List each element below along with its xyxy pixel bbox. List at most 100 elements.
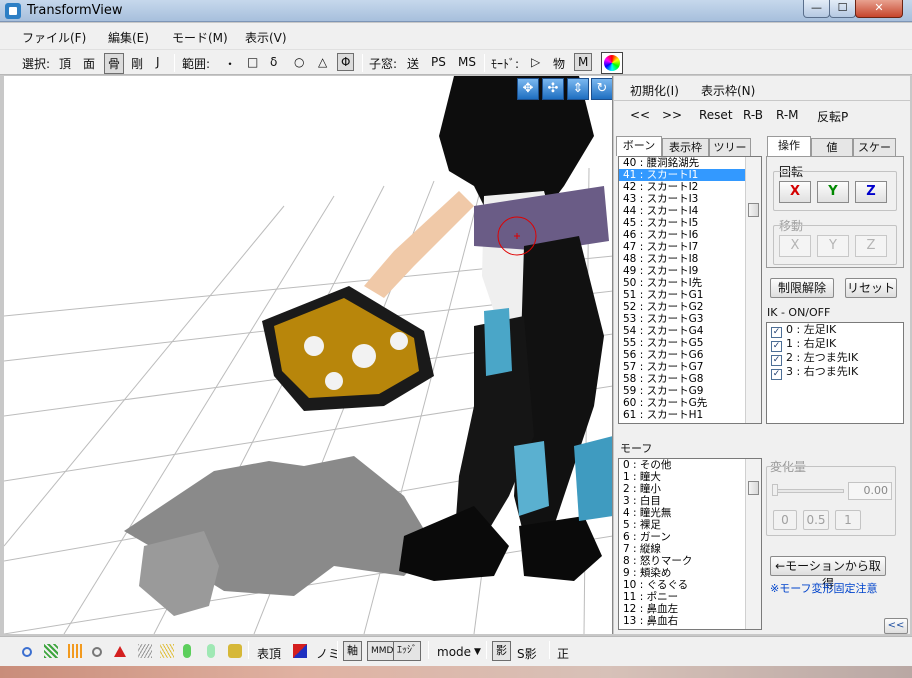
scroll-thumb[interactable] [748,481,759,495]
rotate-z-button[interactable]: Z [855,181,887,203]
mode-play[interactable]: ▷ [531,55,540,69]
morph-list-item[interactable]: 0 : その他 [619,459,761,471]
minimize-button[interactable]: — [803,0,830,18]
child-ps[interactable]: PS [431,55,446,69]
bone-list-item[interactable]: 41 : スカートI1 [619,169,761,181]
change-one-button[interactable]: 1 [835,510,861,530]
range-circle[interactable]: ○ [294,55,304,69]
bone-list-item[interactable]: 50 : スカートI先 [619,277,761,289]
pan-view-icon[interactable]: ✣ [542,78,564,100]
zoom-view-icon[interactable]: ⇕ [567,78,589,100]
bone-list-item[interactable]: 51 : スカートG1 [619,289,761,301]
menu-file[interactable]: ファイル(F) [22,29,86,46]
display-frame-menu[interactable]: 表示枠(N) [701,82,755,99]
self-shadow-button[interactable]: S影 [517,645,537,662]
color-swatch-icon[interactable] [293,644,307,658]
morph-list-item[interactable]: 7 : 縦線 [619,543,761,555]
bone-list-item[interactable]: 58 : スカートG8 [619,373,761,385]
select-rigid[interactable]: 剛 [131,55,143,72]
unlock-limit-button[interactable]: 制限解除 [770,278,834,298]
edge-toggle[interactable]: ｴｯｼﾞ [393,641,421,661]
bone-list-item[interactable]: 56 : スカートG6 [619,349,761,361]
mode-dropdown[interactable]: mode [437,645,471,659]
morph-list-item[interactable]: 12 : 鼻血左 [619,603,761,615]
bone-list-item[interactable]: 55 : スカートG5 [619,337,761,349]
change-half-button[interactable]: 0.5 [803,510,829,530]
morph-list-item[interactable]: 2 : 瞳小 [619,483,761,495]
morph-list-item[interactable]: 13 : 鼻血右 [619,615,761,627]
morph-list-item[interactable]: 1 : 瞳大 [619,471,761,483]
maximize-button[interactable]: ☐ [829,0,856,18]
ik-list-item[interactable]: ✓ 3 : 右つま先IK [767,365,903,380]
reset-bone-button[interactable]: リセット [845,278,897,298]
ik-list[interactable]: ✓ 0 : 左足IK ✓ 1 : 右足IK ✓ 2 : 左つま先IK ✓ 3 : 右つま先IK [766,322,904,424]
tab-bone[interactable]: ボーン [616,136,662,156]
change-slider[interactable] [774,489,844,493]
range-rect[interactable]: □ [247,55,258,69]
change-value-field[interactable]: 0.00 [848,482,892,500]
bone-list-item[interactable]: 60 : スカートG先 [619,397,761,409]
bone-list-item[interactable]: 54 : スカートG4 [619,325,761,337]
morph-list-item[interactable]: 9 : 頬染め [619,567,761,579]
bone-list-item[interactable]: 48 : スカートI8 [619,253,761,265]
tab-tree[interactable]: ツリー [709,138,751,156]
range-phi[interactable]: Φ [337,53,355,71]
range-triangle[interactable]: △ [318,55,327,69]
bone-list-item[interactable]: 53 : スカートG3 [619,313,761,325]
table-top-button[interactable]: 表頂 [257,645,281,662]
bone-list-item[interactable]: 40 : 腰洞銘湖先 [619,157,761,169]
joint-display-icon[interactable] [207,644,215,658]
morph-list[interactable]: 0 : その他 1 : 瞳大 2 : 瞳小 3 : 白目 4 : 瞳光無 5 : 裸足 6 … [618,458,762,630]
hatch-display-icon[interactable] [160,644,174,658]
vertex-display-icon[interactable] [22,647,32,657]
tab-scale[interactable]: スケール [853,138,896,171]
3d-viewport[interactable]: ✥ ✣ ⇕ ↻ [4,76,613,634]
rotate-x-button[interactable]: X [779,181,811,203]
ik-list-item[interactable]: ✓ 2 : 左つま先IK [767,351,903,366]
collapse-panel-button[interactable]: << [884,618,908,634]
bone-list-item[interactable]: 59 : スカートG9 [619,385,761,397]
prev-button[interactable]: << [630,108,650,122]
tab-value[interactable]: 値 [811,138,853,156]
rotate-view-icon[interactable]: ↻ [591,78,612,100]
rb-button[interactable]: R-B [743,108,763,122]
orthographic-button[interactable]: 正 [557,645,569,662]
child-ms[interactable]: MS [458,55,476,69]
morph-list-item[interactable]: 10 : ぐるぐる [619,579,761,591]
triangle-display-icon[interactable] [114,646,126,657]
material-display-icon[interactable] [228,644,242,658]
close-button[interactable]: ✕ [855,0,903,18]
initialize-menu[interactable]: 初期化(I) [630,82,679,99]
move-z-button[interactable]: Z [855,235,887,257]
morph-list-scrollbar[interactable] [745,459,761,629]
mode-m[interactable]: M [574,53,593,71]
morph-list-item[interactable]: 11 : ポニー [619,591,761,603]
menu-view[interactable]: 表示(V) [245,29,287,46]
child-send[interactable]: 送 [407,55,419,72]
color-wheel-icon[interactable] [601,52,623,74]
bone-list-item[interactable]: 61 : スカートH1 [619,409,761,421]
tab-display-frame[interactable]: 表示枠 [662,138,709,156]
range-delta[interactable]: δ [270,55,277,69]
mode-physics[interactable]: 物 [553,55,565,72]
range-point[interactable]: ・ [224,55,236,72]
tab-operation[interactable]: 操作 [767,136,811,156]
bone-list-item[interactable]: 42 : スカートI2 [619,181,761,193]
axis-toggle[interactable]: 軸 [343,641,362,661]
bone-list[interactable]: 40 : 腰洞銘湖先 41 : スカートI1 42 : スカートI2 43 : スカー… [618,156,762,424]
next-button[interactable]: >> [662,108,682,122]
bone-list-scrollbar[interactable] [745,157,761,423]
get-from-motion-button[interactable]: ←モーションから取得 [770,556,886,591]
bone-list-item[interactable]: 45 : スカートI5 [619,217,761,229]
rotate-y-button[interactable]: Y [817,181,849,203]
bone-list-item[interactable]: 49 : スカートI9 [619,265,761,277]
rm-button[interactable]: R-M [776,108,799,122]
morph-list-item[interactable]: 8 : 怒りマーク [619,555,761,567]
slider-thumb[interactable] [772,484,778,496]
bone-list-item[interactable]: 46 : スカートI6 [619,229,761,241]
move-view-icon[interactable]: ✥ [517,78,539,100]
shadow-toggle[interactable]: 影 [492,641,511,661]
bone-list-item[interactable]: 52 : スカートG2 [619,301,761,313]
select-bone[interactable]: 骨 [104,53,125,74]
scroll-thumb[interactable] [748,203,759,217]
